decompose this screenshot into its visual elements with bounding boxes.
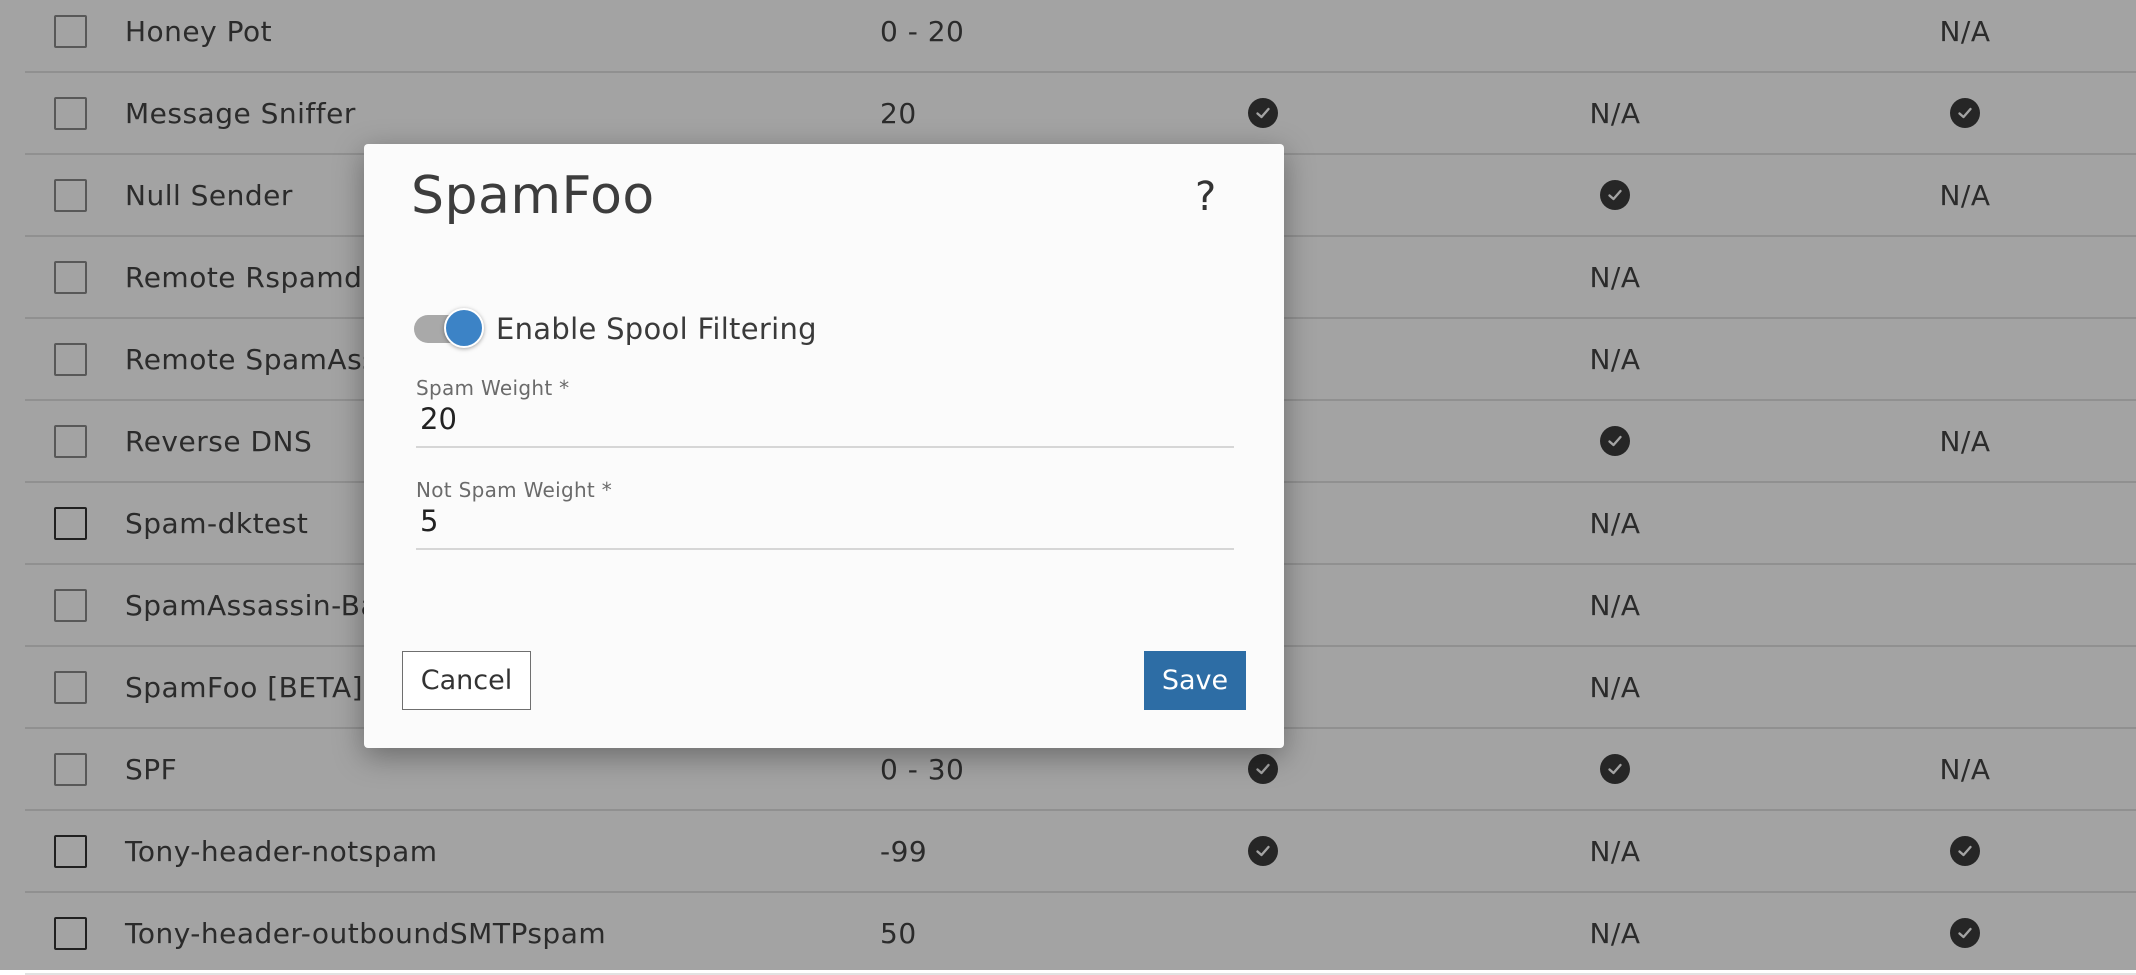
toggle-knob[interactable] (444, 308, 484, 348)
save-button[interactable]: Save (1144, 651, 1246, 710)
toggle-label: Enable Spool Filtering (496, 312, 817, 346)
spam-weight-field: Spam Weight * (416, 376, 1234, 448)
not-spam-weight-field: Not Spam Weight * (416, 478, 1234, 550)
spamfoo-dialog: SpamFoo ? Enable Spool Filtering Spam We… (364, 144, 1284, 748)
spam-weight-input[interactable] (416, 400, 1234, 446)
not-spam-weight-label: Not Spam Weight * (416, 478, 613, 502)
cancel-button[interactable]: Cancel (402, 651, 531, 710)
dialog-title: SpamFoo (411, 166, 655, 226)
enable-spool-filtering-toggle[interactable]: Enable Spool Filtering (414, 308, 817, 348)
help-button[interactable]: ? (1195, 174, 1216, 220)
toggle-track[interactable] (414, 308, 484, 348)
spam-weight-label: Spam Weight * (416, 376, 570, 400)
not-spam-weight-input[interactable] (416, 502, 1234, 548)
